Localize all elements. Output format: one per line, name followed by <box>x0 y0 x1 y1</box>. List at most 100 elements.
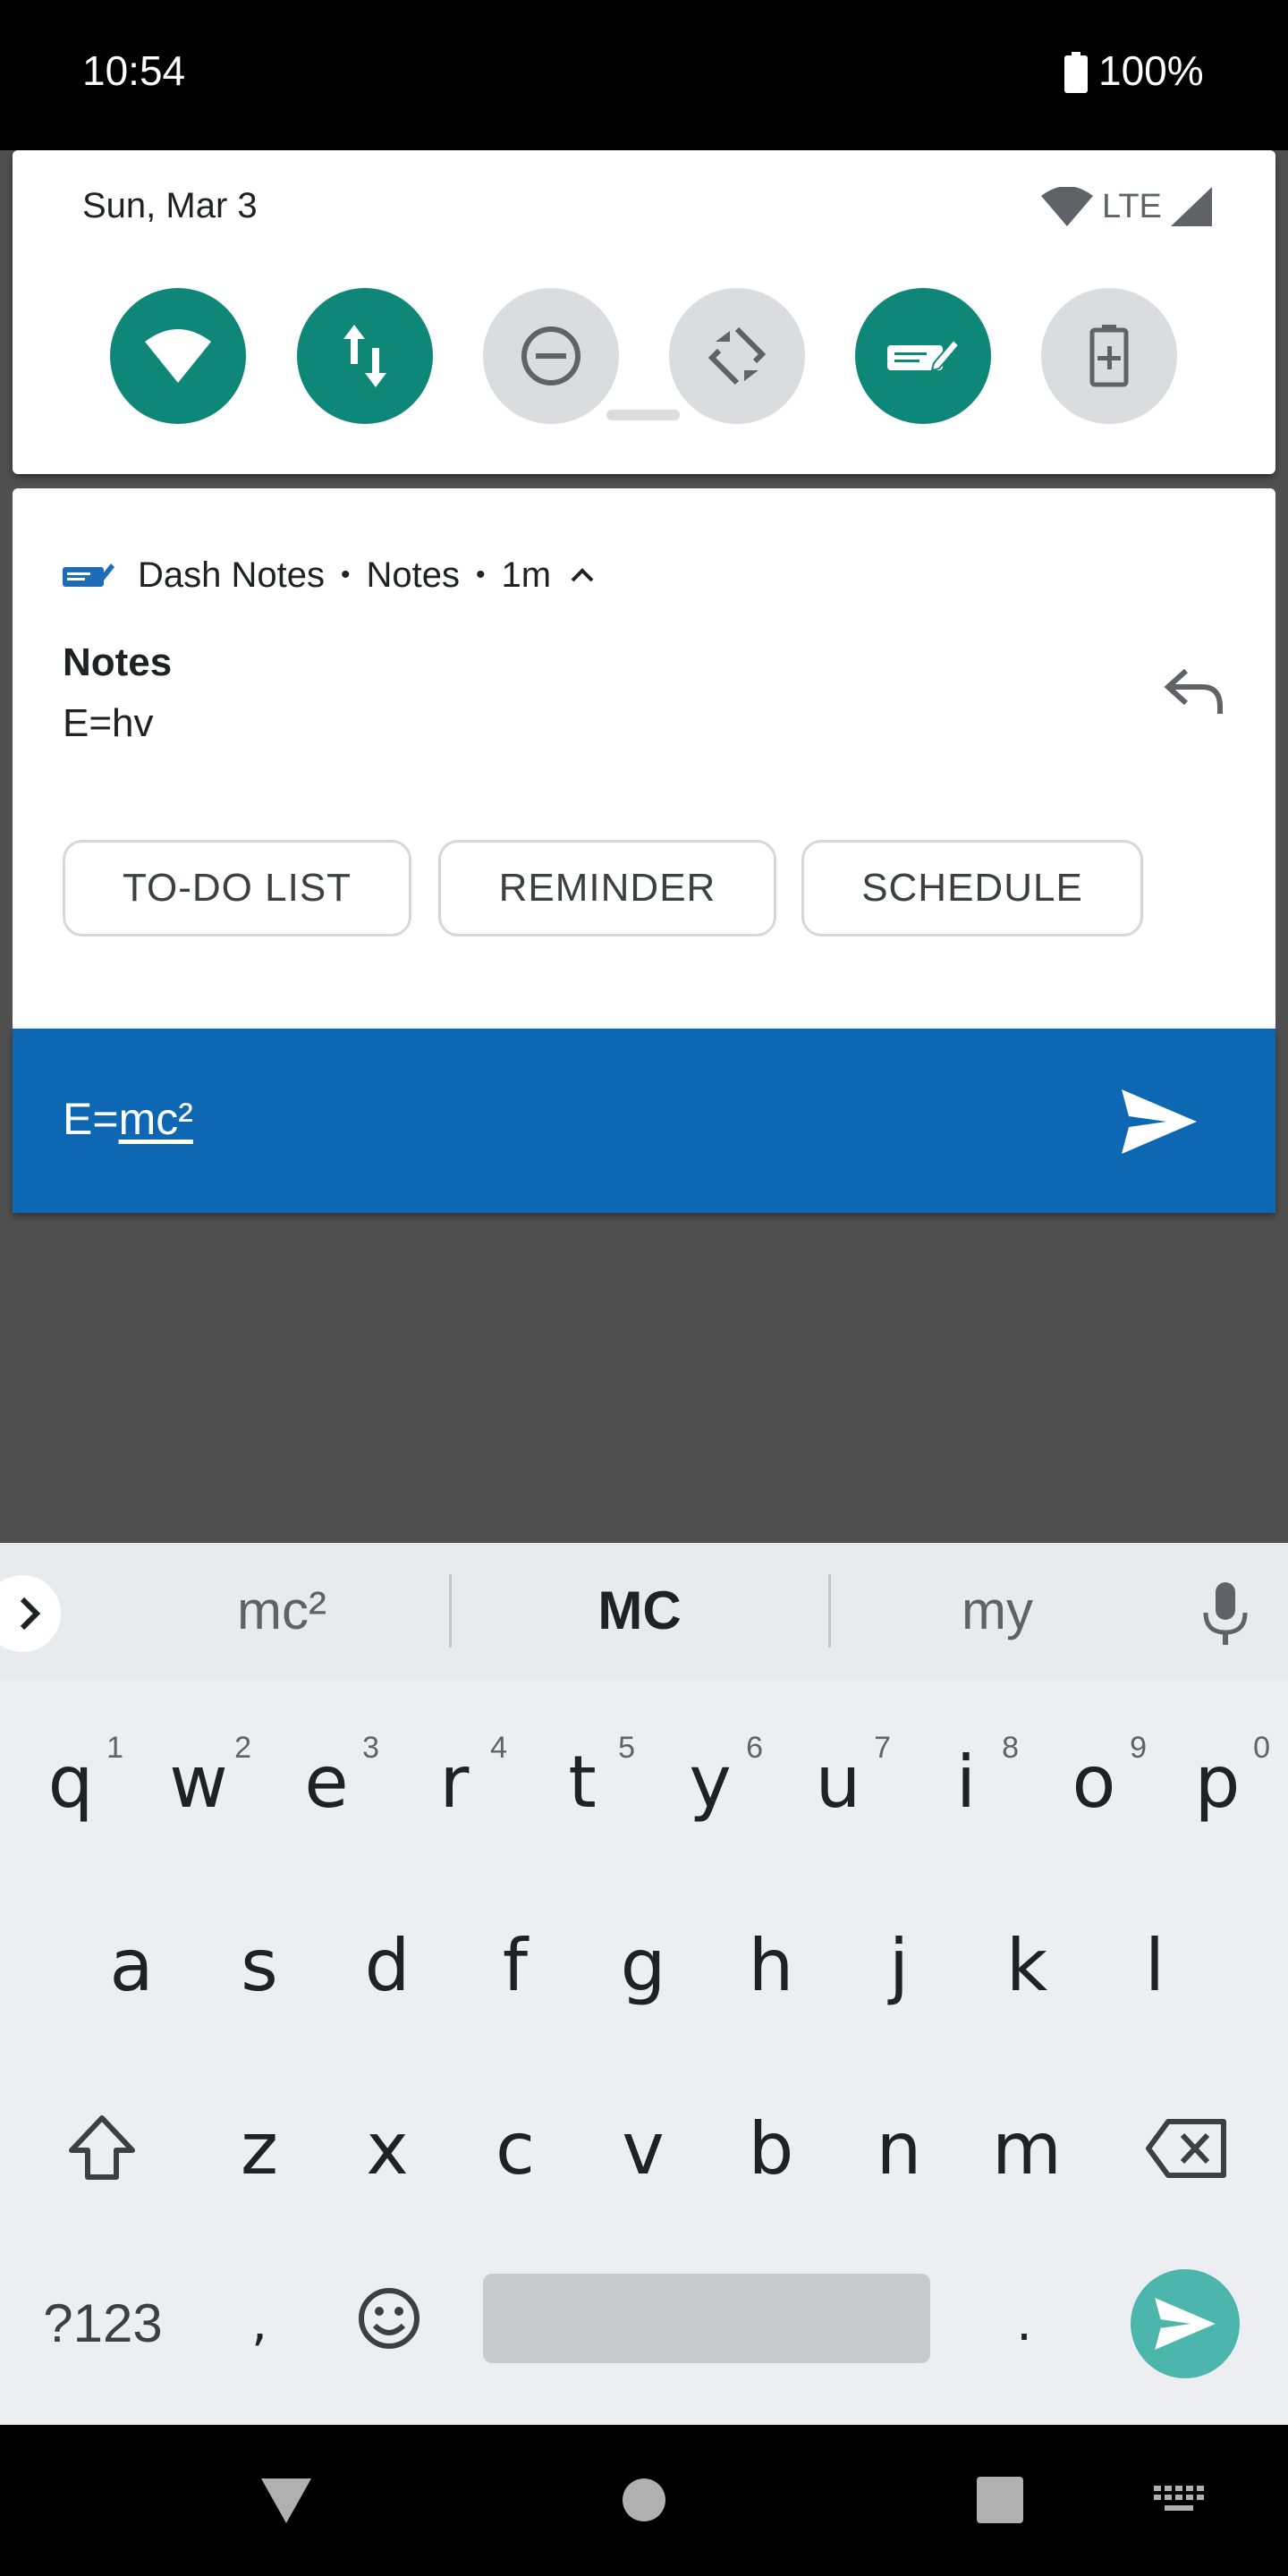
backspace-key[interactable] <box>1123 2090 1249 2207</box>
suggestion-2[interactable]: MC <box>465 1579 814 1641</box>
key-y[interactable]: y6 <box>652 1724 768 1840</box>
comma-key[interactable]: , <box>224 2269 295 2377</box>
key-r[interactable]: r4 <box>396 1724 513 1840</box>
key-f[interactable]: f <box>457 1907 573 2023</box>
send-icon <box>1155 2298 1216 2350</box>
battery-percentage: 100% <box>1098 47 1204 94</box>
key-h[interactable]: h <box>713 1907 829 2023</box>
quick-settings-panel: Sun, Mar 3 LTE <box>13 150 1275 474</box>
qs-drag-handle[interactable] <box>606 410 680 420</box>
key-l[interactable]: l <box>1097 1907 1213 2023</box>
key-m[interactable]: m <box>969 2090 1085 2207</box>
key-u[interactable]: u7 <box>780 1724 896 1840</box>
key-label: w <box>169 1740 228 1824</box>
key-hint: 7 <box>874 1731 891 1765</box>
wifi-icon <box>145 329 211 383</box>
battery-icon <box>1064 52 1088 93</box>
key-q[interactable]: q1 <box>13 1724 129 1840</box>
inline-reply-bar: E=mc² <box>13 1029 1275 1213</box>
qs-tile-dash-notes[interactable] <box>855 288 991 424</box>
key-p[interactable]: p0 <box>1159 1724 1275 1840</box>
key-c[interactable]: c <box>457 2090 573 2207</box>
dash-notes-app-icon <box>63 564 114 587</box>
navigation-bar <box>0 2425 1288 2576</box>
key-label: u <box>815 1740 861 1824</box>
key-d[interactable]: d <box>329 1907 445 2023</box>
auto-rotate-icon <box>708 326 767 386</box>
send-icon[interactable] <box>1122 1089 1197 1154</box>
notification-card[interactable]: Dash Notes • Notes • 1m Notes E=hv TO-DO… <box>13 488 1275 1029</box>
status-bar: 10:54 100% <box>0 0 1288 150</box>
chevron-up-icon[interactable] <box>569 562 596 589</box>
notification-channel: Notes <box>366 555 461 595</box>
shift-icon <box>69 2115 135 2180</box>
recents-icon[interactable] <box>977 2477 1023 2523</box>
suggestion-strip: mc² MC my <box>0 1543 1288 1679</box>
key-b[interactable]: b <box>713 2090 829 2207</box>
shift-key[interactable] <box>39 2090 165 2207</box>
keyboard-menu-toggle[interactable] <box>0 1575 61 1652</box>
key-label: p <box>1194 1740 1241 1824</box>
key-s[interactable]: s <box>201 1907 318 2023</box>
key-i[interactable]: i8 <box>908 1724 1024 1840</box>
battery-saver-icon <box>1089 325 1129 387</box>
separator-dot: • <box>340 560 351 589</box>
key-k[interactable]: k <box>969 1907 1085 2023</box>
notification-header: Dash Notes • Notes • 1m <box>63 553 596 597</box>
mobile-data-icon <box>343 325 386 387</box>
qs-tile-auto-rotate[interactable] <box>669 288 805 424</box>
key-label: i <box>955 1740 977 1824</box>
back-icon[interactable] <box>259 2477 313 2525</box>
key-o[interactable]: o9 <box>1036 1724 1152 1840</box>
schedule-action-button[interactable]: SCHEDULE <box>801 840 1143 936</box>
status-time: 10:54 <box>82 47 186 94</box>
home-icon[interactable] <box>621 2477 667 2523</box>
qs-tile-wifi[interactable] <box>110 288 246 424</box>
key-x[interactable]: x <box>329 2090 445 2207</box>
reply-icon[interactable] <box>1163 664 1225 717</box>
key-hint: 1 <box>106 1731 123 1765</box>
do-not-disturb-icon <box>521 326 580 386</box>
notification-text: E=hv <box>63 701 154 745</box>
key-a[interactable]: a <box>73 1907 190 2023</box>
todo-list-action-button[interactable]: TO-DO LIST <box>63 840 411 936</box>
suggestion-3[interactable]: my <box>841 1579 1154 1641</box>
dash-notes-icon <box>887 338 959 372</box>
cell-signal-icon <box>1170 187 1212 226</box>
emoji-icon <box>359 2288 419 2349</box>
reply-input[interactable]: E=mc² <box>63 1093 193 1145</box>
reminder-action-button[interactable]: REMINDER <box>438 840 776 936</box>
key-n[interactable]: n <box>841 2090 957 2207</box>
chevron-right-icon <box>20 1597 41 1631</box>
qs-tile-mobile-data[interactable] <box>297 288 433 424</box>
key-g[interactable]: g <box>585 1907 701 2023</box>
suggestion-1[interactable]: mc² <box>134 1579 429 1641</box>
mic-icon[interactable] <box>1199 1579 1252 1650</box>
key-label: y <box>689 1740 732 1824</box>
key-t[interactable]: t5 <box>524 1724 640 1840</box>
key-w[interactable]: w2 <box>140 1724 257 1840</box>
notification-title: Notes <box>63 640 173 684</box>
reply-composing-text: mc² <box>118 1094 193 1144</box>
keyboard-send-key[interactable] <box>1131 2269 1240 2378</box>
key-label: q <box>47 1740 94 1824</box>
key-z[interactable]: z <box>201 2090 318 2207</box>
backspace-icon <box>1146 2119 1226 2178</box>
keys-area: q1 w2 e3 r4 t5 y6 u7 i8 o9 p0 a s d f g … <box>0 1679 1288 2425</box>
symbols-key[interactable]: ?123 <box>18 2269 188 2377</box>
period-key[interactable]: . <box>984 2269 1064 2377</box>
notification-app-name: Dash Notes <box>138 555 325 595</box>
qs-date: Sun, Mar 3 <box>82 186 258 225</box>
key-v[interactable]: v <box>585 2090 701 2207</box>
key-label: e <box>304 1740 349 1824</box>
key-e[interactable]: e3 <box>268 1724 385 1840</box>
key-hint: 6 <box>746 1731 763 1765</box>
key-j[interactable]: j <box>841 1907 957 2023</box>
qs-tile-battery-saver[interactable] <box>1041 288 1177 424</box>
emoji-key[interactable] <box>340 2260 438 2377</box>
space-key[interactable] <box>483 2274 930 2363</box>
suggestion-divider <box>449 1574 452 1648</box>
network-type-label: LTE <box>1102 187 1162 225</box>
keyboard-switcher-icon[interactable] <box>1154 2486 1206 2516</box>
qs-tile-do-not-disturb[interactable] <box>483 288 619 424</box>
